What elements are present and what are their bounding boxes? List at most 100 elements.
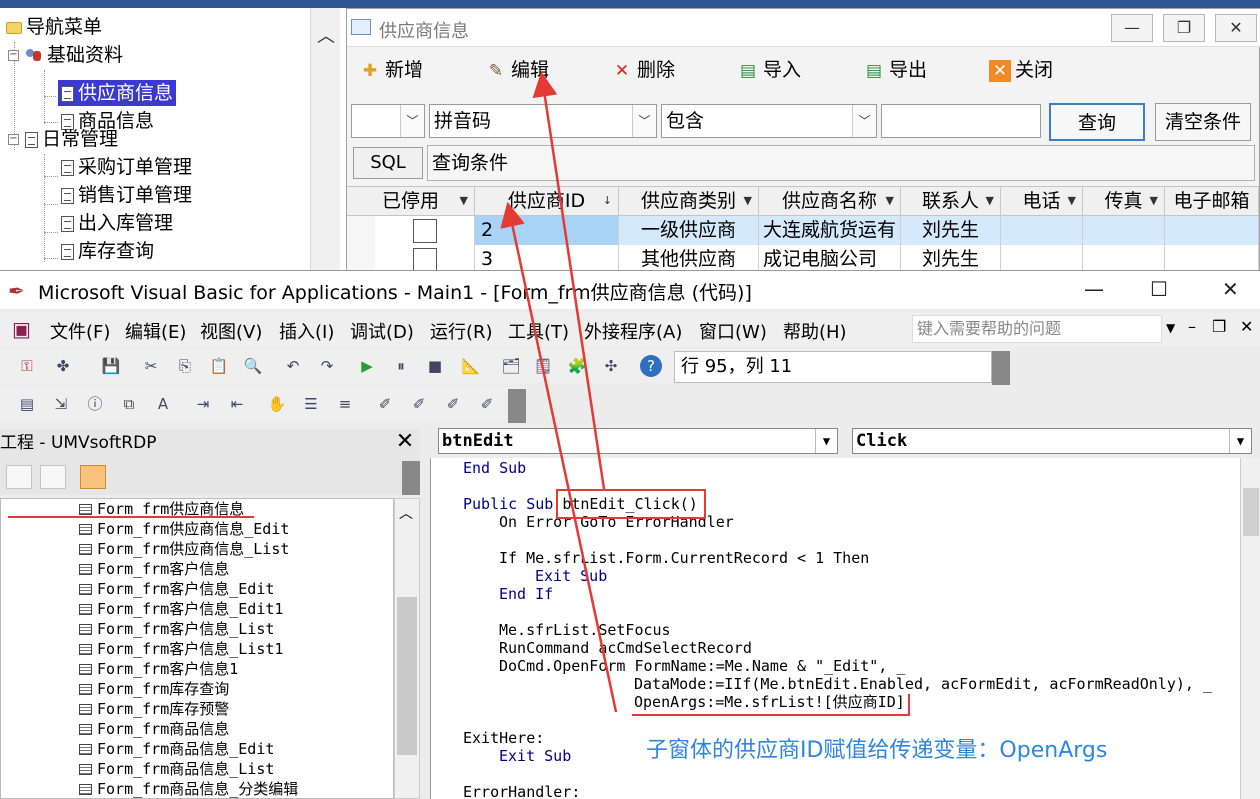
contact-cell[interactable]: 刘先生 xyxy=(901,216,1001,245)
project-item[interactable]: Form_frm客户信息1 xyxy=(79,659,238,679)
project-item[interactable]: Form_frm客户信息_List xyxy=(79,619,274,639)
project-explorer-icon[interactable]: 🗂 xyxy=(500,355,522,377)
disabled-checkbox[interactable] xyxy=(413,219,437,243)
scroll-thumb[interactable] xyxy=(1243,488,1259,536)
view-code-icon[interactable] xyxy=(6,465,32,489)
sql-condition-field[interactable]: 查询条件 xyxy=(427,145,1255,181)
disabled-cell[interactable] xyxy=(375,216,475,245)
filter-arrow-icon[interactable]: ▼ xyxy=(460,187,468,215)
undo-icon[interactable]: ↶ xyxy=(282,355,304,377)
pause-icon[interactable]: ⏸ xyxy=(390,355,412,377)
col-header[interactable]: 供应商类别 ▼ xyxy=(619,187,759,217)
paste-icon[interactable]: 📋 xyxy=(208,355,230,377)
nav-scrollbar[interactable]: ︿ xyxy=(310,8,340,270)
project-item[interactable]: Form_frm客户信息_List1 xyxy=(79,639,283,659)
nav-item-sales[interactable]: 销售订单管理 xyxy=(58,182,195,208)
project-item[interactable]: Form_frm供应商信息_Edit xyxy=(79,519,289,539)
copy-icon[interactable]: ⎘ xyxy=(174,355,196,377)
menu-file[interactable]: 文件(F) xyxy=(50,318,110,344)
filter-arrow-icon[interactable]: ▼ xyxy=(1150,187,1158,215)
sort-filter-icon[interactable]: ↓ xyxy=(603,187,612,215)
col-header[interactable]: 联系人 ▼ xyxy=(901,187,1001,217)
comment-block-icon[interactable]: ☰ xyxy=(300,393,322,415)
procedure-combo[interactable]: Click ▼ xyxy=(852,428,1252,454)
col-header[interactable]: 电话 ▼ xyxy=(1001,187,1083,217)
menu-debug[interactable]: 调试(D) xyxy=(350,318,414,344)
close-icon[interactable]: ✕ xyxy=(1222,277,1239,301)
menu-tools[interactable]: 工具(T) xyxy=(508,318,569,344)
sql-button[interactable]: SQL xyxy=(353,147,423,179)
complete-word-icon[interactable]: A xyxy=(152,393,174,415)
import-button[interactable]: ▤ 导入 xyxy=(737,55,801,85)
toolbar-options-button[interactable] xyxy=(508,389,526,423)
breakpoint-icon[interactable]: ✋ xyxy=(266,393,288,415)
project-item[interactable]: Form_frm商品信息_分类编辑 xyxy=(79,779,298,798)
filter-arrow-icon[interactable]: ▼ xyxy=(1068,187,1076,215)
insert-module-icon[interactable]: ✤ xyxy=(52,355,74,377)
run-icon[interactable]: ▶ xyxy=(356,355,378,377)
chevron-down-icon[interactable]: ﹀ xyxy=(400,105,424,137)
chevron-down-icon[interactable]: ﹀ xyxy=(852,105,876,137)
toolbar-options-button[interactable] xyxy=(402,461,420,495)
export-button[interactable]: ▤ 导出 xyxy=(863,55,927,85)
cut-icon[interactable]: ✂ xyxy=(140,355,162,377)
maximize-icon[interactable]: ☐ xyxy=(1150,277,1168,301)
clear-bookmarks-icon[interactable]: ✐ xyxy=(476,393,498,415)
close-window-button[interactable]: ✕ xyxy=(1215,14,1257,42)
edit-button[interactable]: ✎ 编辑 xyxy=(485,55,549,85)
minimize-icon[interactable]: – xyxy=(1188,317,1196,336)
menu-insert[interactable]: 插入(I) xyxy=(279,318,334,344)
close-button[interactable]: ✕ 关闭 xyxy=(989,55,1053,85)
email-cell[interactable] xyxy=(1165,216,1259,245)
find-icon[interactable]: 🔍 xyxy=(242,355,264,377)
col-header[interactable]: 已停用 ▼ xyxy=(347,187,475,217)
nav-item-stock[interactable]: 库存查询 xyxy=(58,238,157,264)
collapse-icon[interactable]: − xyxy=(8,50,19,61)
toolbar-options-button[interactable] xyxy=(992,351,1010,385)
restore-icon[interactable]: ❐ xyxy=(1212,317,1226,336)
toggle-folders-icon[interactable] xyxy=(80,465,106,489)
project-scrollbar[interactable]: ︿ xyxy=(394,498,420,799)
project-item[interactable]: Form_frm客户信息_Edit1 xyxy=(79,599,283,619)
project-item[interactable]: Form_frm客户信息_Edit xyxy=(79,579,274,599)
chevron-down-icon[interactable]: ▼ xyxy=(1229,429,1251,453)
fax-cell[interactable] xyxy=(1083,216,1165,245)
project-item[interactable]: Form_frm商品信息_List xyxy=(79,759,274,779)
filter-arrow-icon[interactable]: ▼ xyxy=(886,187,894,215)
nav-group-basic[interactable]: − 基础资料 xyxy=(8,42,123,68)
phone-cell[interactable] xyxy=(1001,216,1083,245)
outdent-icon[interactable]: ⇤ xyxy=(226,393,248,415)
scroll-thumb[interactable] xyxy=(397,597,417,755)
scroll-up-icon[interactable]: ︿ xyxy=(317,22,335,48)
redo-icon[interactable]: ↷ xyxy=(316,355,338,377)
delete-button[interactable]: ✕ 删除 xyxy=(611,55,675,85)
menu-run[interactable]: 运行(R) xyxy=(430,318,493,344)
chevron-down-icon[interactable]: ﹀ xyxy=(632,105,656,137)
nav-item-inout[interactable]: 出入库管理 xyxy=(58,210,176,236)
code-scrollbar[interactable] xyxy=(1240,458,1260,799)
view-object-icon[interactable] xyxy=(40,465,66,489)
toolbox-icon[interactable]: ✣ xyxy=(600,355,622,377)
project-item[interactable]: Form_frm客户信息 xyxy=(79,559,229,579)
quick-info-icon[interactable]: ⓘ xyxy=(84,393,106,415)
design-mode-icon[interactable]: 📐 xyxy=(460,355,482,377)
close-icon[interactable]: ✕ xyxy=(1240,317,1253,336)
menu-window[interactable]: 窗口(W) xyxy=(699,318,767,344)
disabled-checkbox[interactable] xyxy=(413,248,437,272)
help-icon[interactable]: ? xyxy=(640,355,662,377)
filter-arrow-icon[interactable]: ▼ xyxy=(744,187,752,215)
stop-icon[interactable]: ■ xyxy=(424,355,446,377)
category-cell[interactable]: 一级供应商 xyxy=(619,216,759,245)
value-input[interactable] xyxy=(881,104,1041,138)
menu-addins[interactable]: 外接程序(A) xyxy=(584,318,682,344)
nav-item-purchase[interactable]: 采购订单管理 xyxy=(58,154,195,180)
project-item[interactable]: Form_frm商品信息_Edit xyxy=(79,739,274,759)
name-cell[interactable]: 大连威航货运有 xyxy=(759,216,901,245)
id-cell[interactable]: 2 xyxy=(475,216,619,245)
list-properties-icon[interactable]: ▤ xyxy=(16,393,38,415)
nav-root[interactable]: 导航菜单 xyxy=(6,14,102,40)
project-item[interactable]: Form_frm商品信息 xyxy=(79,719,229,739)
field-combo[interactable]: 拼音码 ﹀ xyxy=(429,104,657,138)
clear-button[interactable]: 清空条件 xyxy=(1155,103,1251,141)
table-row[interactable]: 2 一级供应商 大连威航货运有 刘先生 xyxy=(347,216,1259,245)
